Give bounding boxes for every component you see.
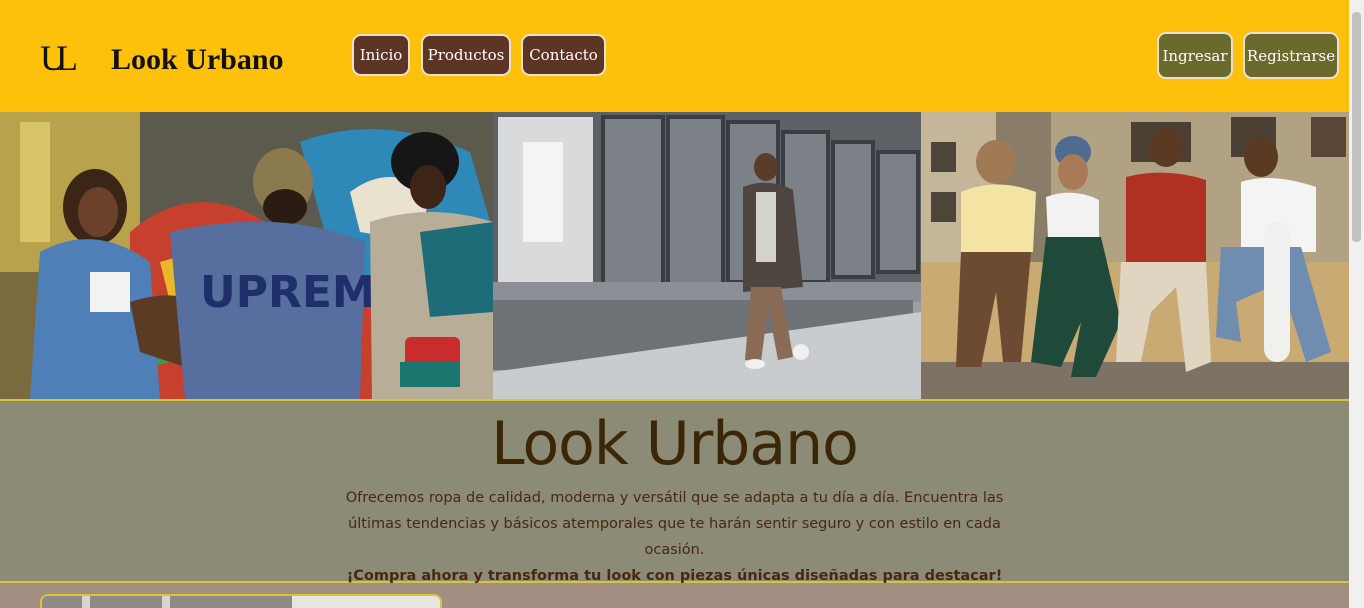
nav-contacto-button[interactable]: Contacto [521,34,606,76]
svg-text:UPREM: UPREM [200,267,376,318]
login-button[interactable]: Ingresar [1157,32,1233,79]
register-button[interactable]: Registrarse [1243,32,1339,79]
hero-image-street-group: UPREM [0,112,493,399]
site-header: UL Look Urbano Inicio Productos Contacto… [0,0,1349,112]
intro-text: Ofrecemos ropa de calidad, moderna y ver… [345,490,1004,558]
brand-name[interactable]: Look Urbano [111,40,284,80]
intro-title: Look Urbano [491,409,859,479]
nav-productos-button[interactable]: Productos [421,34,511,76]
product-card[interactable] [40,594,442,608]
hero-banner: UPREM [0,112,1349,399]
hero-image-man-walking [493,112,921,399]
nav-inicio-button[interactable]: Inicio [352,34,410,76]
intro-section: Look Urbano Ofrecemos ropa de calidad, m… [0,399,1349,584]
intro-cta: ¡Compra ahora y transforma tu look con p… [346,568,1003,584]
hero-image-friends-sitting [921,112,1349,399]
scrollbar-thumb[interactable] [1352,12,1361,242]
page-scrollbar[interactable] [1349,0,1364,608]
logo-icon[interactable]: UL [40,38,78,78]
